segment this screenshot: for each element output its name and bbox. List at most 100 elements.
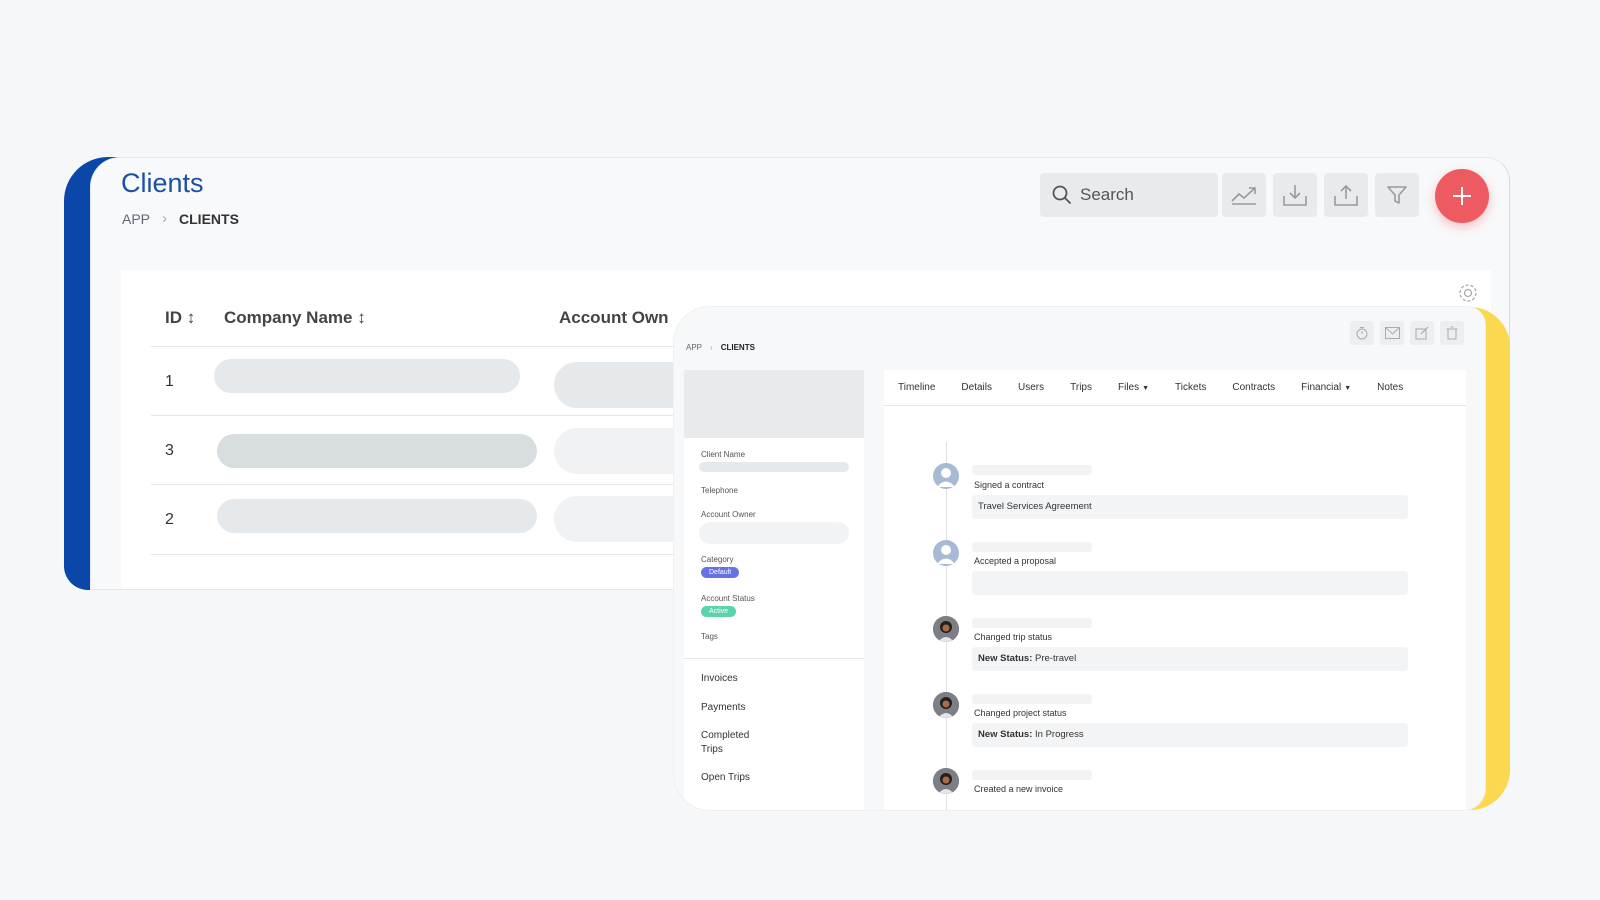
account-owner-placeholder [554, 428, 694, 474]
plus-icon [1453, 187, 1471, 205]
filter-button[interactable] [1375, 173, 1419, 217]
page-title: Clients [121, 168, 204, 198]
category-label: Category [701, 555, 734, 564]
category-badge: Default [701, 567, 740, 578]
timeline-item-box: New Status: Pre-travel [972, 647, 1408, 671]
timeline-item-box: Travel Services Agreement [972, 495, 1408, 519]
user-photo-avatar [933, 768, 959, 794]
column-header-id[interactable]: ID ↕ [165, 308, 195, 328]
timeline-meta [972, 465, 1092, 475]
client-detail-window: APP › CLIENTS Client Name Telephone Acco… [674, 307, 1485, 810]
timeline-item-title: Signed a contract [974, 480, 1045, 490]
user-avatar [933, 540, 959, 566]
caret-down-icon: ▼ [1142, 385, 1150, 392]
row-divider [151, 484, 691, 485]
sidebar-item-completed-trips[interactable]: Completed Trips [701, 729, 771, 757]
account-owner-placeholder [554, 362, 694, 408]
timeline-item-title: Changed trip status [974, 632, 1053, 642]
sidebar-item-payments[interactable]: Payments [701, 701, 745, 715]
company-name-placeholder [217, 499, 537, 533]
row-id: 1 [165, 373, 174, 390]
tab-trips[interactable]: Trips [1070, 382, 1092, 393]
breadcrumb: APP › CLIENTS [122, 210, 239, 227]
timeline-meta [972, 542, 1092, 552]
breadcrumb-clients: CLIENTS [720, 343, 755, 352]
column-header-company-name[interactable]: Company Name ↕ [224, 308, 366, 328]
person-photo-icon [933, 616, 959, 642]
search-placeholder: Search [1080, 185, 1134, 204]
breadcrumb-app[interactable]: APP [686, 343, 702, 352]
timer-button[interactable] [1350, 321, 1374, 345]
filter-icon [1387, 186, 1407, 204]
telephone-label: Telephone [701, 486, 738, 495]
timeline-item-box [972, 571, 1408, 595]
download-icon [1283, 185, 1307, 206]
person-photo-icon [933, 768, 959, 794]
add-client-button[interactable] [1435, 169, 1489, 223]
sidebar-item-invoices[interactable]: Invoices [701, 672, 738, 686]
chevron-right-icon: › [710, 343, 713, 352]
breadcrumb-app[interactable]: APP [122, 211, 150, 227]
download-button[interactable] [1273, 173, 1317, 217]
client-sidebar: Client Name Telephone Account Owner Cate… [684, 370, 864, 810]
search-icon [1052, 185, 1072, 205]
row-divider [151, 554, 691, 555]
chart-icon [1231, 187, 1256, 205]
tab-contracts[interactable]: Contracts [1232, 382, 1275, 393]
timeline-meta [972, 618, 1092, 628]
email-button[interactable] [1380, 321, 1404, 345]
client-logo-placeholder [684, 370, 864, 438]
tab-timeline[interactable]: Timeline [898, 382, 935, 393]
tab-notes[interactable]: Notes [1377, 382, 1403, 393]
timeline-item-title: Changed project status [974, 708, 1067, 718]
edit-icon [1415, 326, 1429, 340]
tab-details[interactable]: Details [961, 382, 992, 393]
tab-financial[interactable]: Financial ▼ [1301, 382, 1351, 393]
upload-button[interactable] [1324, 173, 1368, 217]
timeline-meta [972, 770, 1092, 780]
client-name-label: Client Name [701, 450, 746, 459]
row-id: 2 [165, 511, 174, 528]
search-input[interactable]: Search [1040, 173, 1218, 217]
sidebar-item-open-trips[interactable]: Open Trips [701, 771, 750, 785]
account-owner-value [699, 522, 849, 544]
client-main-panel: Timeline Details Users Trips Files ▼ Tick… [884, 370, 1466, 810]
account-status-label: Account Status [701, 594, 755, 603]
row-divider [151, 346, 691, 347]
status-badge: Active [701, 606, 737, 617]
edit-button[interactable] [1410, 321, 1434, 345]
person-photo-icon [933, 692, 959, 718]
account-owner-label: Account Owner [701, 510, 756, 519]
row-divider [151, 415, 691, 416]
delete-button[interactable] [1440, 321, 1464, 345]
row-id: 3 [165, 442, 174, 459]
tab-bar: Timeline Details Users Trips Files ▼ Tick… [884, 370, 1466, 406]
column-header-account-owner[interactable]: Account Own [559, 308, 669, 328]
mail-icon [1384, 327, 1400, 339]
user-photo-avatar [933, 616, 959, 642]
timer-icon [1356, 327, 1368, 340]
caret-down-icon: ▼ [1344, 385, 1352, 392]
chevron-right-icon: › [162, 210, 168, 227]
detail-breadcrumb: APP › CLIENTS [686, 343, 755, 352]
account-owner-placeholder [554, 496, 694, 542]
breadcrumb-clients: CLIENTS [179, 210, 239, 227]
company-name-placeholder [214, 359, 520, 393]
trash-icon [1446, 326, 1458, 340]
tab-tickets[interactable]: Tickets [1175, 382, 1206, 393]
timeline-item-title: Accepted a proposal [974, 556, 1057, 566]
timeline-meta [972, 694, 1092, 704]
tab-users[interactable]: Users [1018, 382, 1044, 393]
company-name-placeholder [217, 434, 537, 468]
timeline-item-box: New Status: In Progress [972, 723, 1408, 747]
stats-button[interactable] [1222, 173, 1266, 217]
upload-icon [1334, 184, 1358, 206]
gear-icon[interactable] [1457, 282, 1479, 304]
sidebar-divider [684, 658, 864, 659]
tab-financial-label: Financial [1301, 382, 1342, 393]
tab-files[interactable]: Files ▼ [1118, 382, 1149, 393]
client-name-value [699, 462, 849, 472]
tags-label: Tags [701, 632, 718, 641]
user-photo-avatar [933, 692, 959, 718]
user-avatar [933, 463, 959, 489]
